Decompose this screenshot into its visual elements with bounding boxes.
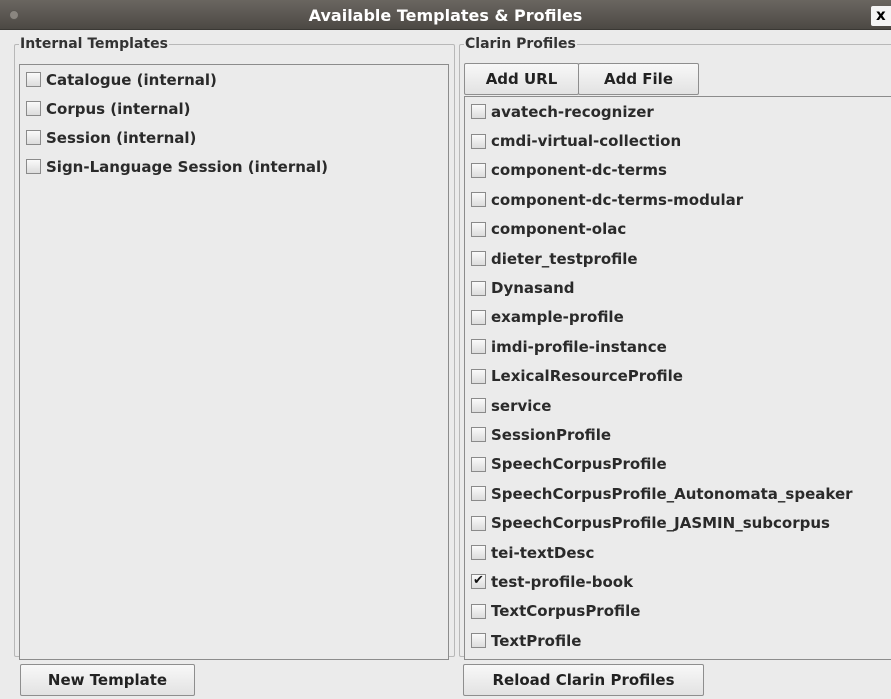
item-label: example-profile (491, 308, 624, 327)
item-label: cmdi-virtual-collection (491, 132, 682, 151)
item-label: component-olac (491, 220, 627, 239)
clarin-profile-item[interactable]: component-dc-terms (465, 156, 891, 185)
item-label: Session (internal) (46, 128, 197, 147)
new-template-button[interactable]: New Template (20, 664, 195, 696)
clarin-profile-item[interactable]: SpeechCorpusProfile (465, 450, 891, 479)
checkbox[interactable] (471, 515, 486, 531)
checkbox[interactable] (471, 603, 486, 619)
checkbox[interactable] (26, 159, 41, 174)
item-label: test-profile-book (491, 572, 634, 591)
checkbox[interactable] (26, 130, 41, 145)
item-label: imdi-profile-instance (491, 337, 667, 356)
item-label: TextCorpusProfile (491, 602, 641, 621)
checkbox-checked[interactable] (471, 573, 486, 590)
item-label: TextProfile (491, 631, 582, 650)
internal-template-item[interactable]: Corpus (internal) (20, 94, 448, 123)
clarin-profile-item[interactable]: TextProfile (465, 626, 891, 655)
item-label: SpeechCorpusProfile_Autonomata_speaker (491, 484, 853, 503)
clarin-profile-item[interactable]: SpeechCorpusProfile_JASMIN_subcorpus (465, 508, 891, 537)
item-label: component-dc-terms-modular (491, 190, 744, 209)
checkbox[interactable] (471, 545, 486, 561)
clarin-profile-item[interactable]: example-profile (465, 303, 891, 332)
clarin-profiles-list[interactable]: avatech-recognizer cmdi-virtual-collectio… (464, 96, 891, 660)
internal-template-item[interactable]: Session (internal) (20, 123, 448, 152)
item-label: SpeechCorpusProfile (491, 455, 667, 474)
item-label: Dynasand (491, 279, 575, 298)
item-label: SpeechCorpusProfile_JASMIN_subcorpus (491, 514, 830, 533)
item-label: tei-textDesc (491, 543, 595, 562)
checkbox[interactable] (471, 309, 486, 325)
clarin-profile-item[interactable]: service (465, 391, 891, 420)
checkbox[interactable] (471, 162, 486, 178)
clarin-profile-item[interactable]: LexicalResourceProfile (465, 362, 891, 391)
close-icon[interactable]: x (871, 6, 891, 26)
item-label: dieter_testprofile (491, 249, 638, 268)
internal-template-item[interactable]: Catalogue (internal) (20, 65, 448, 94)
clarin-profile-item[interactable]: Dynasand (465, 273, 891, 302)
internal-templates-legend: Internal Templates (20, 36, 168, 52)
clarin-profile-item[interactable]: imdi-profile-instance (465, 332, 891, 361)
clarin-profile-item[interactable]: avatech-recognizer (465, 97, 891, 126)
clarin-profile-item[interactable]: dieter_testprofile (465, 244, 891, 273)
checkbox[interactable] (26, 72, 41, 87)
checkbox[interactable] (471, 192, 486, 208)
reload-clarin-profiles-button[interactable]: Reload Clarin Profiles (463, 664, 704, 696)
item-label: service (491, 396, 552, 415)
window-title: Available Templates & Profiles (308, 6, 583, 25)
clarin-profile-item[interactable]: component-dc-terms-modular (465, 185, 891, 214)
add-file-button[interactable]: Add File (578, 63, 699, 95)
clarin-profile-item[interactable]: tei-textDesc (465, 538, 891, 567)
item-label: component-dc-terms (491, 161, 667, 180)
checkbox[interactable] (471, 339, 486, 355)
checkbox[interactable] (471, 456, 486, 472)
add-url-button[interactable]: Add URL (464, 63, 579, 95)
checkbox[interactable] (471, 486, 486, 502)
checkbox[interactable] (471, 633, 486, 649)
checkbox[interactable] (471, 368, 486, 384)
clarin-profile-item[interactable]: cmdi-virtual-collection (465, 126, 891, 155)
checkbox[interactable] (471, 104, 486, 120)
item-label: avatech-recognizer (491, 102, 654, 121)
internal-templates-list[interactable]: Catalogue (internal) Corpus (internal) Ses… (19, 64, 449, 660)
clarin-profile-item[interactable]: test-profile-book (465, 567, 891, 596)
item-label: LexicalResourceProfile (491, 367, 683, 386)
clarin-profiles-legend: Clarin Profiles (465, 36, 576, 52)
item-label: Sign-Language Session (internal) (46, 157, 329, 176)
item-label: Catalogue (internal) (46, 70, 217, 89)
checkbox[interactable] (471, 251, 486, 267)
clarin-profile-item[interactable]: SessionProfile (465, 420, 891, 449)
item-label: SessionProfile (491, 425, 612, 444)
checkbox[interactable] (471, 133, 486, 149)
item-label: Corpus (internal) (46, 99, 191, 118)
checkbox[interactable] (471, 427, 486, 443)
clarin-profile-item[interactable]: component-olac (465, 215, 891, 244)
title-bar: Available Templates & Profiles x (0, 0, 891, 30)
internal-template-item[interactable]: Sign-Language Session (internal) (20, 152, 448, 181)
checkbox[interactable] (471, 398, 486, 414)
clarin-profile-item[interactable]: SpeechCorpusProfile_Autonomata_speaker (465, 479, 891, 508)
clarin-profile-item[interactable]: TextCorpusProfile (465, 597, 891, 626)
checkbox[interactable] (471, 221, 486, 237)
checkbox[interactable] (26, 101, 41, 116)
checkbox[interactable] (471, 280, 486, 296)
